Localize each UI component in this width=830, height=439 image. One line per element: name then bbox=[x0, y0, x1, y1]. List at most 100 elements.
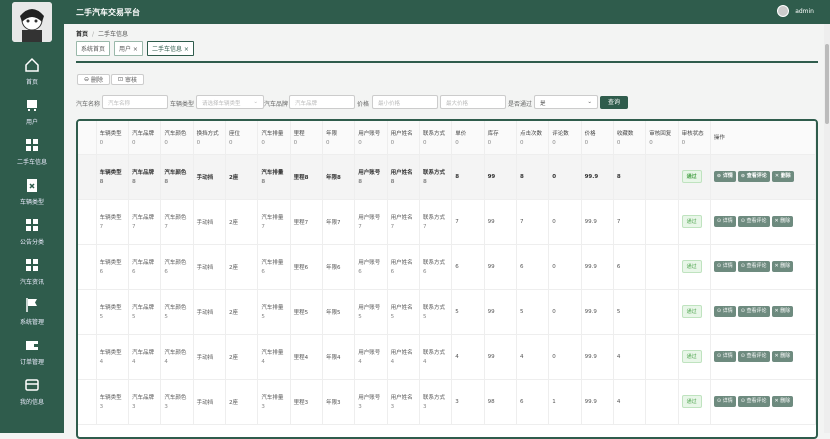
tab-car-info[interactable]: 二手车信息 × bbox=[146, 41, 194, 56]
status-badge: 通过 bbox=[681, 305, 702, 318]
sort-indicator[interactable]: 0 bbox=[164, 140, 189, 146]
review-button[interactable]: ⊡ 审核 bbox=[111, 74, 144, 85]
sort-indicator[interactable]: 0 bbox=[520, 140, 545, 146]
view-comments-button[interactable]: ⊙ 查看评论 bbox=[737, 351, 770, 362]
sort-indicator[interactable]: 0 bbox=[100, 140, 125, 146]
cell-subtext: 6 bbox=[164, 269, 168, 275]
scrollbar-thumb[interactable] bbox=[825, 44, 829, 124]
sort-indicator[interactable]: 0 bbox=[132, 140, 157, 146]
sort-indicator[interactable]: 0 bbox=[488, 140, 513, 146]
delete-row-button[interactable]: ✕ 删除 bbox=[771, 306, 794, 317]
table-row[interactable]: 车辆类型 5 汽车品牌 5 汽车颜色 5 手动挡 2座 汽车排量 5 里程5 年限5 用户账号 5 用户姓名… bbox=[78, 289, 816, 335]
sort-indicator[interactable]: 0 bbox=[649, 140, 674, 146]
row-checkbox-cell[interactable] bbox=[78, 289, 97, 335]
row-checkbox-cell[interactable] bbox=[78, 244, 97, 290]
table-row[interactable]: 车辆类型 3 汽车品牌 3 汽车颜色 3 手动挡 2座 汽车排量 3 里程3 年限3 用户账号 3 用户姓名… bbox=[78, 379, 816, 425]
delete-row-button[interactable]: ✕ 删除 bbox=[771, 171, 794, 182]
user-icon bbox=[23, 96, 41, 114]
table-row[interactable]: 车辆类型 4 汽车品牌 4 汽车颜色 4 手动挡 2座 汽车排量 4 里程4 年限4 用户账号 4 用户姓名… bbox=[78, 334, 816, 380]
detail-button[interactable]: ⊙ 详情 bbox=[713, 171, 736, 182]
sort-indicator[interactable]: 0 bbox=[617, 140, 642, 146]
card-icon bbox=[23, 376, 41, 394]
delete-row-button[interactable]: ✕ 删除 bbox=[771, 351, 794, 362]
sort-indicator[interactable]: 0 bbox=[326, 140, 351, 146]
view-comments-button[interactable]: ⊙ 查看评论 bbox=[737, 306, 770, 317]
sidebar-item-3[interactable]: 车辆类型 bbox=[0, 176, 64, 216]
max-price-input[interactable]: 最大价格 bbox=[440, 95, 506, 109]
cell-contact: 联系方式 4 bbox=[419, 334, 453, 380]
cell-text: 99 bbox=[487, 308, 495, 315]
delete-row-button[interactable]: ✕ 删除 bbox=[771, 216, 794, 227]
column-title: 审核状态 bbox=[681, 130, 704, 137]
cell-unit-price: 4 bbox=[451, 334, 485, 380]
cell-subtext: 6 bbox=[132, 269, 136, 275]
detail-button[interactable]: ⊙ 详情 bbox=[713, 396, 736, 407]
tab-system-home[interactable]: 系统首页 bbox=[76, 41, 111, 56]
sidebar-item-0[interactable]: 首页 bbox=[0, 56, 64, 96]
sort-indicator[interactable]: 0 bbox=[197, 140, 222, 146]
sort-indicator[interactable]: 0 bbox=[294, 140, 319, 146]
row-checkbox-cell[interactable] bbox=[78, 334, 97, 380]
row-checkbox-cell[interactable] bbox=[78, 379, 97, 425]
clipboard-icon bbox=[23, 176, 41, 194]
sidebar-item-2[interactable]: 二手车信息 bbox=[0, 136, 64, 176]
cell-unit-price: 6 bbox=[451, 244, 485, 290]
pass-select[interactable]: 是 ⌄ bbox=[534, 95, 598, 109]
view-comments-button[interactable]: ⊙ 查看评论 bbox=[737, 261, 770, 272]
detail-button[interactable]: ⊙ 详情 bbox=[713, 351, 736, 362]
table-row[interactable]: 车辆类型 7 汽车品牌 7 汽车颜色 7 手动挡 2座 汽车排量 7 里程7 年限7 用户账号 7 用户姓名… bbox=[78, 199, 816, 245]
sort-indicator[interactable]: 0 bbox=[682, 140, 707, 146]
cell-subtext: 7 bbox=[132, 224, 136, 230]
sort-indicator[interactable]: 0 bbox=[552, 140, 577, 146]
detail-button[interactable]: ⊙ 详情 bbox=[713, 216, 736, 227]
delete-row-button[interactable]: ✕ 删除 bbox=[771, 261, 794, 272]
sort-indicator[interactable]: 0 bbox=[261, 140, 286, 146]
cell-actions: ⊙ 详情 ⊙ 查看评论 ✕ 删除 bbox=[710, 199, 816, 245]
table-row[interactable]: 车辆类型 8 汽车品牌 8 汽车颜色 8 手动挡 2座 汽车排量 8 里程8 年限8 用户账号 8 用户姓名… bbox=[78, 154, 816, 200]
sidebar-item-8[interactable]: 我的信息 bbox=[0, 376, 64, 416]
sort-indicator[interactable]: 0 bbox=[358, 140, 383, 146]
cell-subtext: 3 bbox=[390, 404, 395, 410]
user-menu[interactable]: admin bbox=[777, 5, 814, 17]
breadcrumb-home[interactable]: 首页 bbox=[76, 31, 88, 38]
sort-indicator[interactable]: 0 bbox=[585, 140, 610, 146]
view-comments-button[interactable]: ⊙ 查看评论 bbox=[737, 396, 770, 407]
column-header: 联系方式 0 bbox=[419, 121, 453, 155]
brand-input[interactable]: 汽车品牌 bbox=[289, 95, 355, 109]
sidebar-item-7[interactable]: 订单管理 bbox=[0, 336, 64, 376]
type-select[interactable]: 请选择车辆类型 ⌄ bbox=[196, 95, 264, 109]
cell-text: 4 bbox=[519, 353, 524, 360]
tab-user[interactable]: 用户 × bbox=[114, 41, 143, 56]
pass-select-value: 是 bbox=[540, 101, 546, 107]
view-comments-button[interactable]: ⊙ 查看评论 bbox=[737, 216, 770, 227]
cell-text: 用户姓名 bbox=[390, 350, 413, 356]
select-all-cell[interactable] bbox=[78, 121, 97, 155]
sidebar-item-4[interactable]: 公告分类 bbox=[0, 216, 64, 256]
sort-indicator[interactable]: 0 bbox=[391, 140, 416, 146]
cell-subtext: 4 bbox=[164, 359, 168, 365]
sidebar-item-1[interactable]: 用户 bbox=[0, 96, 64, 136]
sidebar-item-5[interactable]: 汽车资讯 bbox=[0, 256, 64, 296]
sort-indicator[interactable]: 0 bbox=[455, 140, 480, 146]
sort-indicator[interactable]: 0 bbox=[229, 140, 254, 146]
action-label: 查看评论 bbox=[746, 173, 767, 179]
cell-subtext: 8 bbox=[422, 179, 427, 185]
page-scrollbar[interactable] bbox=[824, 24, 830, 433]
cell-text: 2座 bbox=[228, 309, 238, 316]
name-input[interactable]: 汽车名称 bbox=[102, 95, 168, 109]
pass-label: 是否通过 bbox=[508, 101, 533, 108]
delete-row-button[interactable]: ✕ 删除 bbox=[771, 396, 794, 407]
row-checkbox-cell[interactable] bbox=[78, 199, 97, 245]
cell-text: 8 bbox=[455, 173, 460, 180]
row-checkbox-cell[interactable] bbox=[78, 154, 97, 200]
view-comments-button[interactable]: ⊙ 查看评论 bbox=[737, 171, 770, 182]
detail-button[interactable]: ⊙ 详情 bbox=[713, 306, 736, 317]
min-price-input[interactable]: 最小价格 bbox=[372, 95, 438, 109]
cell-text: 5 bbox=[519, 308, 524, 315]
sidebar-item-6[interactable]: 系统管理 bbox=[0, 296, 64, 336]
detail-button[interactable]: ⊙ 详情 bbox=[713, 261, 736, 272]
sort-indicator[interactable]: 0 bbox=[423, 140, 448, 146]
delete-button[interactable]: ⊖ 删除 bbox=[77, 74, 110, 85]
query-button[interactable]: 查询 bbox=[600, 96, 628, 109]
table-row[interactable]: 车辆类型 6 汽车品牌 6 汽车颜色 6 手动挡 2座 汽车排量 6 里程6 年限6 用户账号 6 用户姓名… bbox=[78, 244, 816, 290]
